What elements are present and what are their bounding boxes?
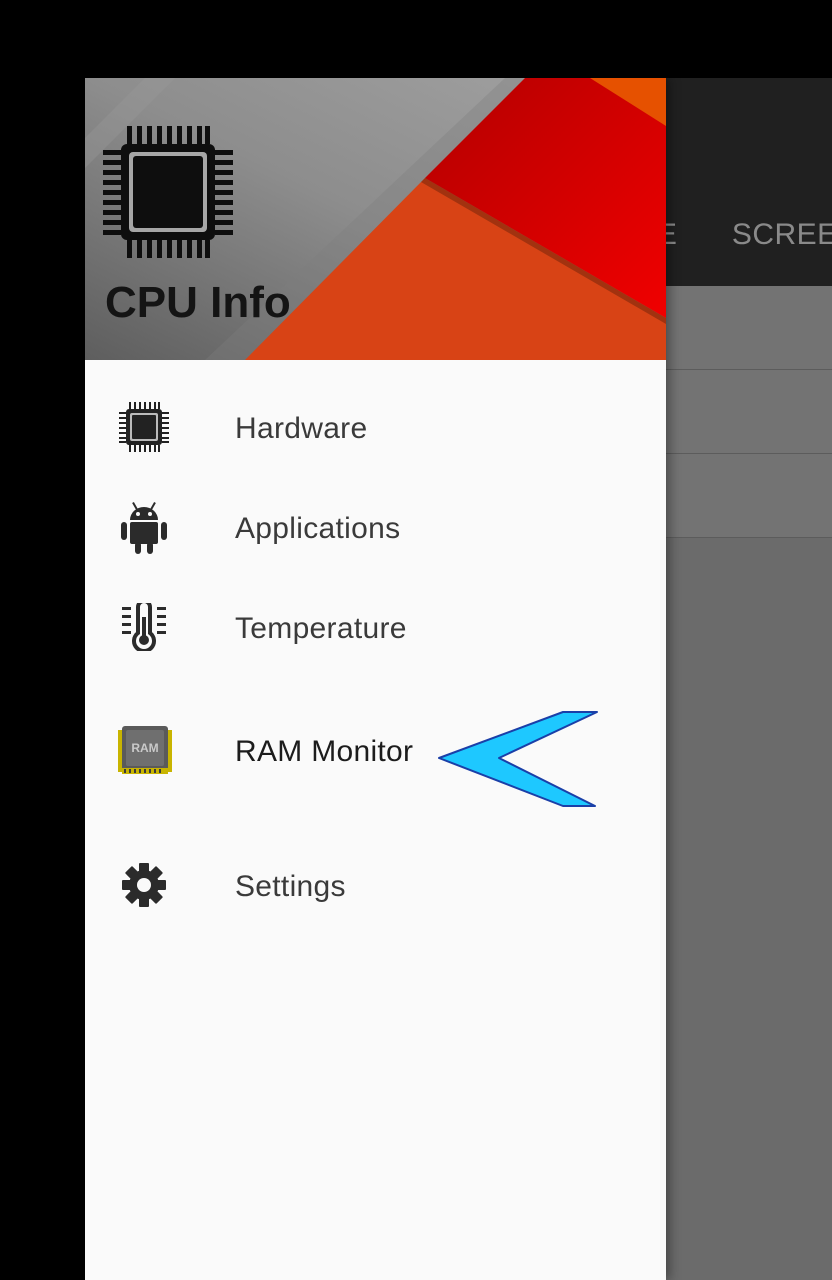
android-icon: [115, 498, 173, 556]
phone-screen: GE SCREEN: [85, 78, 832, 1280]
menu-item-settings[interactable]: Settings: [85, 840, 666, 930]
app-tab-bar: GE SCREEN: [633, 218, 832, 252]
menu-item-temperature[interactable]: Temperature: [85, 582, 666, 672]
ram-icon: RAM: [115, 721, 173, 779]
pointer-arrow-icon: [438, 711, 598, 807]
menu-item-label: Applications: [235, 512, 401, 545]
drawer-header: CPU Info: [85, 78, 666, 360]
cpu-chip-icon: [103, 126, 233, 258]
list-item: [665, 454, 832, 538]
navigation-drawer: CPU Info Hardware Applications Temperatu…: [85, 78, 666, 1280]
app-title: CPU Info: [105, 278, 291, 327]
thermometer-icon: [115, 598, 173, 656]
menu-item-label: RAM Monitor: [235, 735, 414, 768]
list-item: [665, 370, 832, 454]
list-item: [665, 286, 832, 370]
cpu-chip-icon: [115, 398, 173, 456]
menu-item-hardware[interactable]: Hardware: [85, 382, 666, 472]
ram-icon-label: RAM: [131, 741, 158, 755]
menu-item-applications[interactable]: Applications: [85, 482, 666, 572]
gear-icon: [115, 856, 173, 914]
menu-item-label: Temperature: [235, 612, 407, 645]
tab-screen[interactable]: SCREEN: [732, 218, 832, 252]
menu-item-label: Hardware: [235, 412, 368, 445]
menu-item-label: Settings: [235, 870, 346, 903]
